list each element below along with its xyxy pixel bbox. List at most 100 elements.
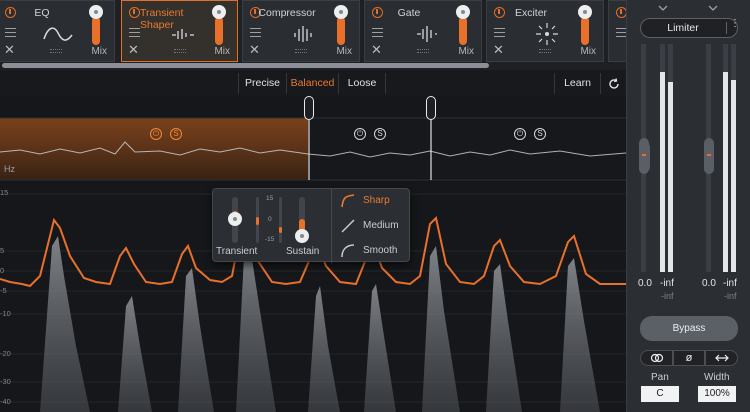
loose-button[interactable]: Loose — [338, 73, 386, 94]
sustain-slider[interactable] — [295, 197, 309, 243]
reset-button[interactable] — [600, 73, 626, 94]
swap-channels-button[interactable] — [705, 350, 738, 366]
preset-name: Limiter — [667, 22, 699, 34]
band-power-icon[interactable]: ⏻ — [354, 128, 366, 140]
scale-label: 0 — [268, 216, 272, 223]
output-meter-left — [723, 44, 728, 272]
mix-fader[interactable] — [334, 5, 348, 45]
mode-bar: Precise Balanced Loose Learn — [0, 70, 626, 96]
input-rms-value: -inf — [660, 278, 674, 289]
close-icon[interactable]: ✕ — [4, 43, 15, 56]
smooth-shape-icon — [341, 244, 355, 258]
close-icon[interactable]: ✕ — [249, 43, 260, 56]
module-name: Compressor — [258, 7, 316, 19]
output-rms-value: -inf — [723, 278, 737, 289]
list-icon[interactable] — [129, 28, 140, 37]
band-power-icon[interactable]: ⏻ — [514, 128, 526, 140]
module-eq[interactable]: EQ ✕ Mix — [0, 0, 115, 62]
mix-label: Mix — [214, 46, 230, 57]
module-transient-shaper[interactable]: Transient Shaper ✕ Mix — [121, 0, 238, 62]
exciter-icon — [536, 23, 558, 45]
module-exciter[interactable]: Exciter ✕ Mix — [486, 0, 604, 62]
transient-popup: 15 0 -15 Transient Sustain Sharp Medium … — [212, 188, 410, 263]
phase-icon: ø — [685, 352, 693, 364]
module-compressor[interactable]: Compressor ✕ Mix — [242, 0, 360, 62]
mix-label: Mix — [91, 46, 107, 57]
mix-fader[interactable] — [89, 5, 103, 45]
link-rings-icon — [650, 353, 663, 363]
precise-button[interactable]: Precise — [238, 73, 286, 94]
stereo-link-button[interactable] — [640, 350, 673, 366]
module-gate[interactable]: Gate ✕ Mix — [364, 0, 482, 62]
db-label: -5 — [0, 286, 7, 295]
scale-label: 15 — [266, 195, 274, 202]
learn-button[interactable]: Learn — [554, 73, 600, 94]
medium-option[interactable]: Medium — [363, 220, 399, 231]
smooth-option[interactable]: Smooth — [363, 245, 397, 256]
reset-icon — [608, 78, 619, 89]
list-icon[interactable] — [5, 28, 16, 37]
swap-arrows-icon — [714, 354, 729, 362]
module-strip: EQ ✕ Mix Transient Shaper ✕ Mix Compress… — [0, 0, 638, 70]
mix-fader[interactable] — [212, 5, 226, 45]
preset-menu-icon[interactable]: ⋮ — [726, 19, 740, 34]
bypass-button[interactable]: Bypass — [640, 316, 738, 341]
gain-marker — [642, 154, 646, 156]
list-icon[interactable] — [372, 28, 383, 37]
module-name: Gate — [397, 7, 421, 19]
power-icon[interactable] — [129, 7, 140, 18]
level-meter-right — [668, 44, 673, 272]
sustain-label: Sustain — [286, 246, 320, 257]
phase-invert-button[interactable]: ø — [673, 350, 705, 366]
eq-curve-icon — [43, 27, 73, 41]
gain-knob[interactable] — [639, 138, 649, 174]
output-peak-value: 0.0 — [702, 278, 716, 289]
pan-value-field[interactable]: C — [641, 386, 679, 402]
db-label: -10 — [0, 309, 11, 318]
width-label: Width — [704, 372, 730, 383]
popup-divider — [331, 189, 332, 263]
output-rms-sub: -inf — [724, 291, 737, 301]
db-label: -20 — [0, 349, 11, 358]
drag-handle-icon[interactable] — [50, 49, 62, 53]
collapse-arrows-icon[interactable] — [649, 4, 729, 12]
mix-fader[interactable] — [578, 5, 592, 45]
output-meter-right — [731, 44, 736, 272]
band-power-icon[interactable]: ⏻ — [150, 128, 162, 140]
crossover-handle[interactable] — [304, 96, 314, 120]
close-icon[interactable]: ✕ — [493, 43, 504, 56]
drag-handle-icon[interactable] — [174, 49, 186, 53]
db-label: -30 — [0, 377, 11, 386]
mix-label: Mix — [336, 46, 352, 57]
module-name: EQ — [34, 7, 50, 19]
width-value-field[interactable]: 100% — [698, 386, 736, 402]
input-peak-value: 0.0 — [638, 278, 652, 289]
band-solo-icon[interactable]: S — [170, 128, 182, 140]
sharp-option[interactable]: Sharp — [363, 195, 390, 206]
drag-handle-icon[interactable] — [295, 49, 307, 53]
db-label: -40 — [0, 397, 11, 406]
drag-handle-icon[interactable] — [417, 49, 429, 53]
gate-icon — [417, 26, 437, 42]
balanced-button[interactable]: Balanced — [286, 73, 338, 94]
mix-label: Mix — [580, 46, 596, 57]
drag-handle-icon[interactable] — [539, 49, 551, 53]
compressor-icon — [294, 26, 312, 42]
output-gain-knob[interactable] — [704, 138, 714, 174]
mix-fader[interactable] — [456, 5, 470, 45]
module-scrollbar[interactable] — [2, 63, 489, 68]
db-label: 5 — [0, 246, 5, 255]
list-icon[interactable] — [250, 28, 261, 37]
band-solo-icon[interactable]: S — [374, 128, 386, 140]
band-solo-icon[interactable]: S — [534, 128, 546, 140]
preset-selector[interactable]: Limiter ⋮ — [640, 18, 740, 38]
transient-slider[interactable] — [228, 197, 242, 243]
list-icon[interactable] — [494, 28, 505, 37]
frequency-unit-label: Hz — [4, 164, 15, 174]
close-icon[interactable]: ✕ — [371, 43, 382, 56]
db-label: 0 — [0, 266, 5, 275]
transient-label: Transient — [216, 246, 258, 257]
crossover-handle[interactable] — [426, 96, 436, 120]
close-icon[interactable]: ✕ — [128, 43, 139, 56]
scale-label: -15 — [265, 236, 275, 243]
